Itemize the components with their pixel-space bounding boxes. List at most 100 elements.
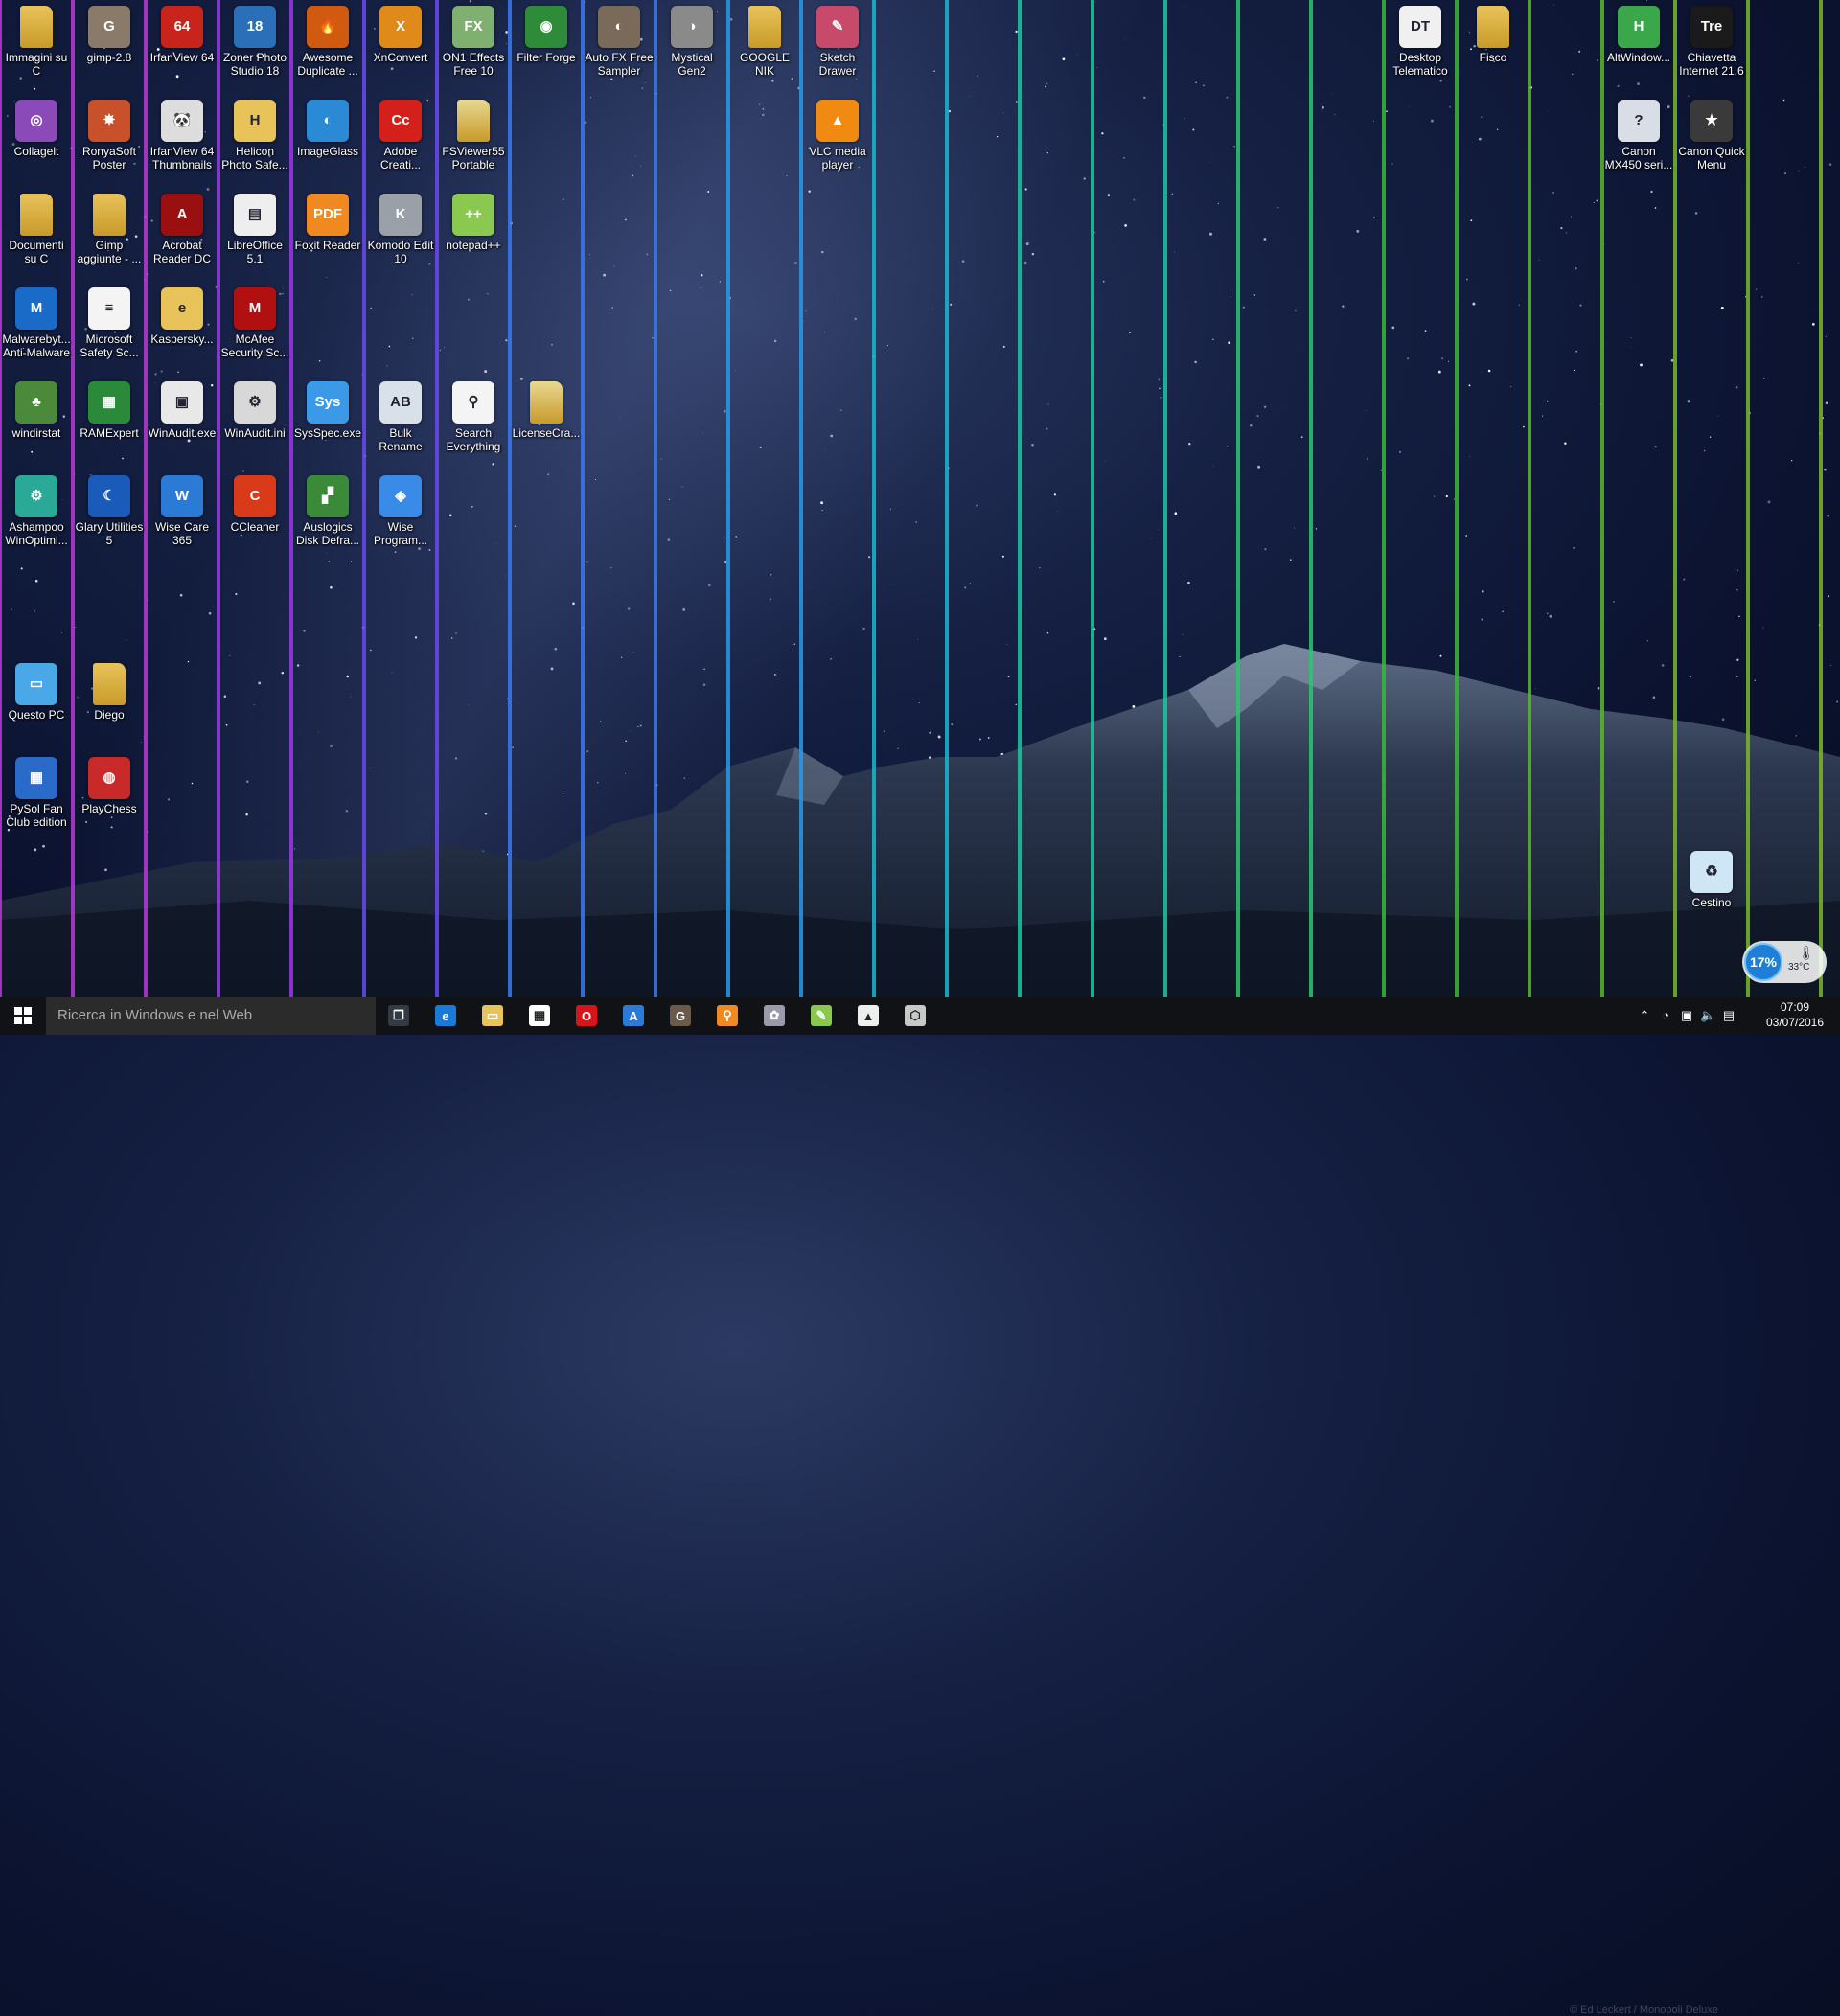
desktop-icon-label: Glary Utilities 5 — [73, 520, 146, 547]
desktop-icon-helicon-photo-safe[interactable]: HHelicon Photo Safe... — [218, 94, 291, 188]
desktop-icon-ramexpert[interactable]: ▦RAMExpert — [73, 376, 146, 470]
desktop-icon-acrobat-reader-dc[interactable]: AAcrobat Reader DC — [146, 188, 218, 282]
desktop-icon-collagelt[interactable]: ◎Collagelt — [0, 94, 73, 188]
vlc-icon: ▲ — [816, 100, 859, 142]
desktop-icon-label: AltWindow... — [1602, 51, 1675, 64]
winaudit-icon: ▣ — [161, 381, 203, 424]
desktop-icon-mcafee-security-sc[interactable]: MMcAfee Security Sc... — [218, 282, 291, 376]
hexagon-app-icon[interactable]: ⬡ — [896, 1000, 934, 1031]
file-explorer-icon[interactable]: ▭ — [473, 1000, 512, 1031]
desktop-icon-awesome-duplicate[interactable]: 🔥Awesome Duplicate ... — [291, 0, 364, 94]
notepadpp-icon: ++ — [452, 194, 494, 236]
sync-icon[interactable]: ◔ — [1658, 1008, 1673, 1023]
desktop-icon-label: XnConvert — [364, 51, 437, 64]
desktop-icon-filter-forge[interactable]: ◉Filter Forge — [510, 0, 583, 94]
desktop-icon-questo-pc[interactable]: ▭Questo PC — [0, 657, 73, 751]
gimp-taskbar-icon[interactable]: G — [661, 1000, 700, 1031]
auslogics-icon: ▞ — [307, 475, 349, 517]
desktop-icon-zoner-photo-studio-18[interactable]: 18Zoner Photo Studio 18 — [218, 0, 291, 94]
desktop-icon-canon-quick-menu[interactable]: ★Canon Quick Menu — [1675, 94, 1748, 188]
desktop-icon-licensecra[interactable]: LicenseCra... — [510, 376, 583, 470]
desktop-icon-fsviewer55-portable[interactable]: FSViewer55 Portable — [437, 94, 510, 188]
desktop-icon-label: IrfanView 64 Thumbnails — [146, 145, 218, 172]
desktop-icon-bulk-rename-utility[interactable]: ABBulk Rename Utility — [364, 376, 437, 470]
desktop-icon-google-nik-collection[interactable]: GOOGLE NIK COLLECTION — [728, 0, 801, 94]
desktop-icon-wise-care-365[interactable]: WWise Care 365 — [146, 470, 218, 563]
desktop-icon-on1-effects-free-10[interactable]: FXON1 Effects Free 10 — [437, 0, 510, 94]
desktop-icon-auto-fx-free-sampler[interactable]: ◐Auto FX Free Sampler — [583, 0, 656, 94]
desktop-icon-imageglass[interactable]: ◐ImageGlass — [291, 94, 364, 188]
network-icon[interactable]: ▣ — [1679, 1008, 1694, 1023]
desktop-icon-diego[interactable]: Diego — [73, 657, 146, 751]
desktop-icon-adobe-creati[interactable]: Cc Adobe Creati... — [364, 94, 437, 188]
photos-taskbar-icon[interactable]: ▲ — [849, 1000, 887, 1031]
desktop-icon-pysol-fan-club-edition[interactable]: ▦PySol Fan Club edition — [0, 751, 73, 845]
edge-icon[interactable]: e — [426, 1000, 465, 1031]
desktop-icon-foxit-reader[interactable]: PDFFoxit Reader — [291, 188, 364, 282]
desktop-icon-windirstat[interactable]: ♣windirstat — [0, 376, 73, 470]
sysspec-icon: Sys — [307, 381, 349, 424]
desktop-icon-fisco[interactable]: Fisco — [1457, 0, 1530, 94]
desktop-icon-documenti-su-c[interactable]: Documenti su C — [0, 188, 73, 282]
chevron-up-icon[interactable]: ⌃ — [1637, 1008, 1652, 1023]
clock[interactable]: 07:09 03/07/2016 — [1761, 999, 1828, 1030]
desktop-icon-canon-mx450-seri[interactable]: ?Canon MX450 seri... — [1602, 94, 1675, 188]
canon-quick-icon: ★ — [1690, 100, 1733, 142]
adobe-cc-icon: Cc — [380, 100, 422, 142]
desktop-icon-desktop-telematico[interactable]: DTDesktop Telematico — [1384, 0, 1457, 94]
desktop-icon-sysspec-exe[interactable]: SysSysSpec.exe — [291, 376, 364, 470]
desktop-icon-glary-utilities-5[interactable]: ☾Glary Utilities 5 — [73, 470, 146, 563]
desktop-icon-irfanview-64[interactable]: 64IrfanView 64 — [146, 0, 218, 94]
app-a-icon[interactable]: A — [614, 1000, 653, 1031]
desktop-icon-malwarebyt-anti-malware[interactable]: MMalwarebyt... Anti-Malware — [0, 282, 73, 376]
desktop-icon-notepad[interactable]: ++notepad++ — [437, 188, 510, 282]
desktop-icon-irfanview-64-thumbnails[interactable]: 🐼IrfanView 64 Thumbnails — [146, 94, 218, 188]
system-monitor-widget[interactable]: 17% 🌡 33°C — [1742, 941, 1827, 983]
playchess-icon: ◍ — [88, 757, 130, 799]
desktop-icon-microsoft-safety-sc[interactable]: ≡Microsoft Safety Sc... — [73, 282, 146, 376]
desktop-icon-winaudit-exe[interactable]: ▣WinAudit.exe — [146, 376, 218, 470]
desktop-icon-komodo-edit-10[interactable]: KKomodo Edit 10 — [364, 188, 437, 282]
desktop-icon-label: WinAudit.ini — [218, 426, 291, 440]
desktop-icon-gimp-2-8[interactable]: Ggimp-2.8 — [73, 0, 146, 94]
autofx-icon: ◐ — [598, 6, 640, 48]
desktop-icon-wise-program[interactable]: ◈Wise Program... — [364, 470, 437, 563]
cortana-search-box[interactable]: Ricerca in Windows e nel Web — [46, 997, 376, 1035]
opera-icon[interactable]: O — [567, 1000, 606, 1031]
desktop-icon-ccleaner[interactable]: CCCleaner — [218, 470, 291, 563]
search-everything-taskbar-icon[interactable]: ⚲ — [708, 1000, 747, 1031]
paint-taskbar-icon[interactable]: ✿ — [755, 1000, 794, 1031]
desktop: Immagini su CGgimp-2.864IrfanView 6418Zo… — [0, 0, 1840, 997]
desktop-icon-winaudit-ini[interactable]: ⚙WinAudit.ini — [218, 376, 291, 470]
desktop-icon-auslogics-disk-defra[interactable]: ▞Auslogics Disk Defra... — [291, 470, 364, 563]
store-icon[interactable]: ▦ — [520, 1000, 559, 1031]
task-view-icon[interactable]: ❐ — [380, 1000, 418, 1031]
desktop-icon-cestino[interactable]: ♻Cestino — [1675, 845, 1748, 939]
desktop-icon-mystical-gen2[interactable]: ◑Mystical Gen2 — [656, 0, 728, 94]
volume-icon[interactable]: 🔈 — [1700, 1008, 1715, 1023]
desktop-icon-gimp-aggiunte[interactable]: Gimp aggiunte - ... — [73, 188, 146, 282]
desktop-icon-altwindow[interactable]: HAltWindow... — [1602, 0, 1675, 94]
desktop-icon-kaspersky[interactable]: eKaspersky... — [146, 282, 218, 376]
task-view-glyph: ❐ — [388, 1005, 409, 1026]
desktop-icon-libreoffice-5-1[interactable]: ▤LibreOffice 5.1 — [218, 188, 291, 282]
desktop-icon-vlc-media-player[interactable]: ▲VLC media player — [801, 94, 874, 188]
libreoffice-icon: ▤ — [234, 194, 276, 236]
file-explorer-glyph: ▭ — [482, 1005, 503, 1026]
notepadpp-taskbar-icon[interactable]: ✎ — [802, 1000, 840, 1031]
desktop-icon-immagini-su-c[interactable]: Immagini su C — [0, 0, 73, 94]
desktop-icon-label: Adobe Creati... — [364, 145, 437, 172]
imageglass-icon: ◐ — [307, 100, 349, 142]
desktop-icon-playchess[interactable]: ◍PlayChess — [73, 751, 146, 845]
everything-icon: ⚲ — [452, 381, 494, 424]
desktop-icon-ashampoo-winoptimi[interactable]: ⚙Ashampoo WinOptimi... — [0, 470, 73, 563]
desktop-icon-label: Sketch Drawer — [801, 51, 874, 78]
desktop-icon-xnconvert[interactable]: XXnConvert — [364, 0, 437, 94]
taskbar: Ricerca in Windows e nel Web ❐ e ▭ ▦ OAG ⚲ ✿ ✎ ▲… — [0, 997, 1840, 1035]
action-center-icon[interactable]: ▤ — [1721, 1008, 1736, 1023]
desktop-icon-chiavetta-internet-21-6[interactable]: TreChiavetta Internet 21.6 — [1675, 0, 1748, 94]
desktop-icon-search-everything[interactable]: ⚲Search Everything — [437, 376, 510, 470]
start-button[interactable] — [0, 997, 46, 1035]
desktop-icon-ronyasoft-poster-print[interactable]: ✸RonyaSoft Poster Print... — [73, 94, 146, 188]
desktop-icon-sketch-drawer[interactable]: ✎Sketch Drawer — [801, 0, 874, 94]
